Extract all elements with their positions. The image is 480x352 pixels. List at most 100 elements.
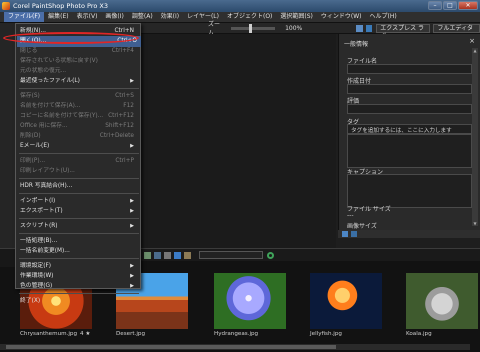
submenu-arrow-icon: ▶ — [130, 223, 134, 229]
menu-separator — [19, 153, 139, 154]
menu-item-label: 削除(D) — [20, 133, 41, 139]
zoom-value: 100% — [285, 24, 303, 32]
submenu-arrow-icon: ▶ — [130, 143, 134, 149]
menu-item-label: 終了(X) — [20, 298, 41, 304]
thumbnail-koala[interactable] — [406, 273, 478, 329]
menu-edit[interactable]: 編集(E) — [44, 12, 72, 22]
menu-image[interactable]: 画像(I) — [101, 12, 127, 22]
file-menu-dropdown: 新規(N)... Ctrl+N 開く(O)... Ctrl+O 閉じる Ctrl+F4 保存… — [15, 23, 141, 304]
thumbnail-label: Chrysanthemum.jpg — [20, 331, 78, 337]
file-menu-item[interactable]: 最近使ったファイル(L) ▶ — [20, 76, 138, 87]
panel-scrollbar[interactable] — [472, 48, 478, 226]
top-toolbar: ズーム 100% エクスプレス ラボ フルエディター — [140, 21, 480, 40]
menu-item-label: コピーに名前を付けて保存(Y)... — [20, 113, 104, 119]
file-menu-item[interactable]: エクスポート(T) ▶ — [20, 206, 138, 217]
menu-item-label: 最近使ったファイル(L) — [20, 78, 80, 84]
file-menu-item[interactable]: 終了(X) — [20, 296, 138, 307]
menu-separator — [19, 88, 139, 89]
window-controls: – □ ✕ — [428, 1, 478, 10]
save-icon[interactable] — [154, 251, 161, 259]
menu-help[interactable]: ヘルプ(H) — [366, 12, 401, 22]
map-icon[interactable] — [144, 251, 151, 259]
menu-adjust[interactable]: 調整(A) — [128, 12, 157, 22]
panel-expand-icon[interactable] — [351, 231, 357, 237]
menu-item-label: エクスポート(T) — [20, 208, 63, 214]
thumbnail-label: Hydrangeas.jpg — [214, 331, 259, 337]
menu-view[interactable]: 表示(V) — [73, 12, 102, 22]
express-lab-button[interactable]: エクスプレス ラボ — [376, 23, 431, 40]
menu-item-label: 一括処理(B)... — [20, 238, 58, 244]
email-icon[interactable] — [184, 251, 191, 259]
organizer-search-input[interactable] — [199, 251, 263, 259]
menu-item-label: スクリプト(R) — [20, 223, 58, 229]
filename-field[interactable] — [347, 64, 472, 74]
menu-bar: ファイル(F) 編集(E) 表示(V) 画像(I) 調整(A) 効果(I) レイ… — [0, 12, 480, 23]
thumbnail-hydrangeas[interactable] — [214, 273, 286, 329]
minimize-button[interactable]: – — [428, 1, 442, 10]
preview-area — [140, 34, 336, 248]
file-menu-item[interactable]: スクリプト(R) ▶ — [20, 221, 138, 232]
menu-selections[interactable]: 選択範囲(S) — [276, 12, 317, 22]
menu-item-label: 名前を付けて保存(A)... — [20, 103, 81, 109]
close-button[interactable]: ✕ — [458, 1, 478, 10]
submenu-arrow-icon: ▶ — [130, 78, 134, 84]
scroll-down-icon[interactable]: ▼ — [472, 221, 478, 226]
submenu-arrow-icon: ▶ — [130, 208, 134, 214]
thumbnail-label: Desert.jpg — [116, 331, 146, 337]
file-menu-item[interactable]: HDR 写真結合(H)... — [20, 181, 138, 192]
full-editor-button[interactable]: フルエディター — [433, 23, 480, 40]
menu-item-label: 印刷(P)... — [20, 158, 46, 164]
thumbnail-label: Koala.jpg — [406, 331, 432, 337]
tag-placeholder: タグを追加するには、ここに入力します — [351, 128, 452, 134]
menu-item-label: 保存(S) — [20, 93, 40, 99]
tag-list[interactable] — [347, 134, 472, 168]
organizer-scroll-thumb[interactable] — [6, 345, 336, 349]
menu-separator — [19, 258, 139, 259]
menu-item-label: 色の管理(G) — [20, 283, 53, 289]
tag-input[interactable]: タグを追加するには、ここに入力します — [347, 124, 472, 134]
info-icon[interactable] — [174, 251, 181, 259]
file-size-label: ファイル サイズ — [347, 206, 391, 213]
zoom-slider[interactable] — [230, 23, 276, 33]
menu-item-label: 保存されている状態に戻す(V) — [20, 58, 98, 64]
thumbnail-jellyfish[interactable] — [310, 273, 382, 329]
menu-window[interactable]: ウィンドウ(W) — [317, 12, 366, 22]
app-logo-icon — [2, 2, 10, 10]
view-mode-icon[interactable] — [356, 24, 363, 32]
close-icon[interactable]: × — [469, 37, 475, 45]
file-menu-item[interactable]: 色の管理(G) ▶ — [20, 281, 138, 292]
menu-separator — [19, 218, 139, 219]
layout-icon[interactable] — [365, 24, 373, 32]
organizer-scrollbar[interactable] — [0, 344, 470, 350]
menu-file[interactable]: ファイル(F) — [4, 12, 45, 22]
menu-item-label: 閉じる — [20, 48, 38, 54]
menu-effects[interactable]: 効果(I) — [157, 12, 183, 22]
image-size-label: 画像サイズ — [347, 223, 377, 230]
maximize-button[interactable]: □ — [443, 1, 457, 10]
rating-field[interactable] — [347, 104, 472, 114]
menu-item-label: 印刷レイアウト(U)... — [20, 168, 75, 174]
scroll-up-icon[interactable]: ▲ — [472, 48, 478, 53]
menu-objects[interactable]: オブジェクト(O) — [223, 12, 276, 22]
refresh-icon[interactable] — [267, 251, 274, 259]
menu-item-label: Eメール(E) — [20, 143, 50, 149]
menu-item-label: 新規(N)... — [20, 28, 46, 34]
menu-separator — [19, 233, 139, 234]
menu-item-label: 作業環境(W) — [20, 273, 54, 279]
created-date-field[interactable] — [347, 84, 472, 94]
info-panel: 一般情報 × ▲ ▼ ファイル名 作成日付 評価 タグ タグを追加するには、ここ… — [338, 34, 480, 230]
menu-separator — [19, 178, 139, 179]
submenu-arrow-icon: ▶ — [130, 283, 134, 289]
file-menu-item[interactable]: 印刷レイアウト(U)... — [20, 166, 138, 177]
organizer-toolbar — [140, 249, 480, 261]
panel-toggle-icon[interactable] — [342, 231, 348, 237]
caption-field[interactable] — [347, 174, 472, 208]
print-icon[interactable] — [164, 251, 171, 259]
file-size-value: --- — [347, 212, 354, 219]
file-menu-item[interactable]: Eメール(E) ▶ — [20, 141, 138, 152]
menu-item-label: Office 用に保存... — [20, 123, 68, 129]
menu-separator — [19, 293, 139, 294]
zoom-slider-thumb[interactable] — [248, 23, 252, 33]
file-menu-item[interactable]: 一括名前変更(M)... — [20, 246, 138, 257]
window-title: Corel PaintShop Photo Pro X3 — [13, 2, 108, 10]
